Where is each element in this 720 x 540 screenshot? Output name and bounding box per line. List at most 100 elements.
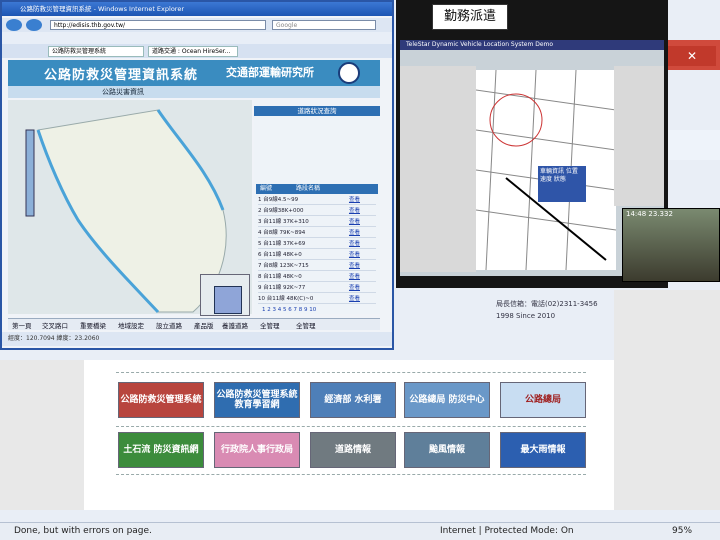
dispatch-left-panel — [400, 66, 476, 272]
window-title: 公路防救災管理資訊系統 - Windows Internet Explorer — [2, 2, 392, 16]
nav-item[interactable]: 交叉路口 — [42, 320, 68, 330]
banner-label: 公路總局 防災中心 — [409, 395, 485, 405]
view-link[interactable]: 查看 — [349, 250, 360, 260]
row-name: 台11線 48K+0 — [263, 252, 302, 258]
dispatch-menubar: TeleStar Dynamic Vehicle Location System… — [400, 40, 664, 50]
view-link[interactable]: 查看 — [349, 206, 360, 216]
view-link[interactable]: 查看 — [349, 195, 360, 205]
contact-line: 局長信箱：電話(02)2311-3456 — [496, 300, 598, 308]
banner-link[interactable]: 土石流 防災資訊網 — [118, 432, 204, 468]
view-link[interactable]: 查看 — [349, 261, 360, 271]
nav-item[interactable]: 第一頁 — [12, 320, 32, 330]
banner-label: 公路防救災管理系統 教育學習網 — [216, 390, 298, 410]
row-name: 台11線 37K+69 — [263, 241, 306, 247]
page-margin-right — [614, 290, 720, 510]
row-number: 7 — [258, 263, 262, 269]
row-number: 2 — [258, 208, 262, 214]
row-number: 1 — [258, 197, 262, 203]
banner-link[interactable]: 颱風情報 — [404, 432, 490, 468]
table-row: 3 台11線 37K+310 查看 — [258, 217, 376, 227]
row-name: 台8線 79K~894 — [263, 230, 306, 236]
row-name: 台9線4.5~99 — [263, 197, 299, 203]
security-zone[interactable]: Internet | Protected Mode: On — [440, 526, 574, 536]
divider — [116, 426, 586, 427]
zoom-level[interactable]: 95% — [672, 526, 692, 536]
table-row: 8 台11線 48K~0 查看 — [258, 272, 376, 282]
banner-label: 道路情報 — [334, 445, 371, 455]
table-row: 4 台8線 79K~894 查看 — [258, 228, 376, 238]
address-input[interactable]: http://edisis.thb.gov.tw/ — [50, 20, 266, 30]
row-number: 4 — [258, 230, 262, 236]
view-link[interactable]: 查看 — [349, 294, 360, 304]
status-bar: Done, but with errors on page. Internet … — [0, 522, 720, 540]
table-row: 9 台11線 92K~77 查看 — [258, 283, 376, 293]
banner-link[interactable]: 最大雨情報 — [500, 432, 586, 468]
nav-item[interactable]: 養護道路 — [222, 320, 248, 330]
row-name: 台11線 37K+310 — [263, 219, 309, 225]
view-link[interactable]: 查看 — [349, 272, 360, 282]
photo-caption: 14:48 23.332 — [626, 210, 673, 218]
subbar-label: 公路災害資訊 — [102, 88, 144, 96]
nav-item[interactable]: 設立道路 — [156, 320, 182, 330]
row-name: 台8線 123K~715 — [263, 263, 309, 269]
institute-logo-icon — [338, 62, 360, 84]
banner-link[interactable]: 公路總局 — [500, 382, 586, 418]
table-row: 1 台9線4.5~99 查看 — [258, 195, 376, 205]
col-number: 編號 — [260, 185, 273, 192]
contact-info: 局長信箱：電話(02)2311-3456 1998 Since 2010 — [496, 298, 626, 322]
banner-link[interactable]: 公路防救災管理系統 — [118, 382, 204, 418]
pagination[interactable]: 1 2 3 4 5 6 7 8 9 10 — [262, 307, 316, 313]
banner-link[interactable]: 公路防救災管理系統 教育學習網 — [214, 382, 300, 418]
forward-icon[interactable] — [26, 19, 42, 31]
background-toolbar — [660, 130, 720, 160]
row-number: 10 — [258, 296, 265, 302]
banner-label: 土石流 防災資訊網 — [123, 445, 199, 455]
tab-ocean[interactable]: 道路交通 : Ocean HireSer... — [148, 46, 238, 57]
close-button[interactable]: ✕ — [668, 46, 716, 66]
system-title: 公路防救災管理資訊系統 — [44, 68, 199, 83]
nav-item[interactable]: 地域設定 — [118, 320, 144, 330]
banner-link[interactable]: 道路情報 — [310, 432, 396, 468]
row-number: 8 — [258, 274, 262, 280]
banner-label: 颱風情報 — [428, 445, 465, 455]
banner-label: 經濟部 水利署 — [324, 395, 382, 405]
table-header: 編號 路段名稱 — [256, 184, 378, 194]
banner-link[interactable]: 公路總局 防災中心 — [404, 382, 490, 418]
table-row: 7 台8線 123K~715 查看 — [258, 261, 376, 271]
tab-edisis[interactable]: 公路防救災管理系統 — [48, 46, 144, 57]
divider — [116, 372, 586, 373]
links-toolbar — [2, 32, 392, 44]
row-number: 5 — [258, 241, 262, 247]
nav-item[interactable]: 重要橋梁 — [80, 320, 106, 330]
query-options[interactable] — [258, 120, 376, 178]
nav-item[interactable]: 全管理 — [260, 320, 280, 330]
query-panel-title: 道路狀況查詢 — [254, 106, 380, 116]
nav-item[interactable]: 全管理 — [296, 320, 316, 330]
dispatch-label: 勤務派遣 — [432, 4, 508, 30]
row-number: 6 — [258, 252, 262, 258]
banner-label: 公路總局 — [524, 395, 561, 405]
inner-status-bar: 經度：120.7094 緯度：23.2060 — [2, 332, 392, 346]
contact-line: 1998 Since 2010 — [496, 312, 556, 320]
col-road-section: 路段名稱 — [296, 185, 321, 192]
back-icon[interactable] — [6, 19, 22, 31]
view-link[interactable]: 查看 — [349, 228, 360, 238]
search-input[interactable]: Google — [272, 20, 376, 30]
banner-link[interactable]: 經濟部 水利署 — [310, 382, 396, 418]
nav-item[interactable]: 產品版 — [194, 320, 214, 330]
view-link[interactable]: 查看 — [349, 239, 360, 249]
banner-label: 最大雨情報 — [520, 445, 566, 455]
banner-label: 公路防救災管理系統 — [120, 395, 202, 405]
row-name: 台11線 48K(C)~0 — [266, 296, 314, 302]
table-row: 6 台11線 48K+0 查看 — [258, 250, 376, 260]
page-margin-left — [0, 360, 84, 510]
view-link[interactable]: 查看 — [349, 283, 360, 293]
row-name: 台9線38K+000 — [263, 208, 304, 214]
view-link[interactable]: 查看 — [349, 217, 360, 227]
banner-link[interactable]: 行政院人事行政局 — [214, 432, 300, 468]
status-text: Done, but with errors on page. — [14, 526, 152, 536]
overview-viewport[interactable] — [214, 286, 242, 314]
table-row: 5 台11線 37K+69 查看 — [258, 239, 376, 249]
row-number: 3 — [258, 219, 262, 225]
banner-label: 行政院人事行政局 — [220, 445, 293, 455]
